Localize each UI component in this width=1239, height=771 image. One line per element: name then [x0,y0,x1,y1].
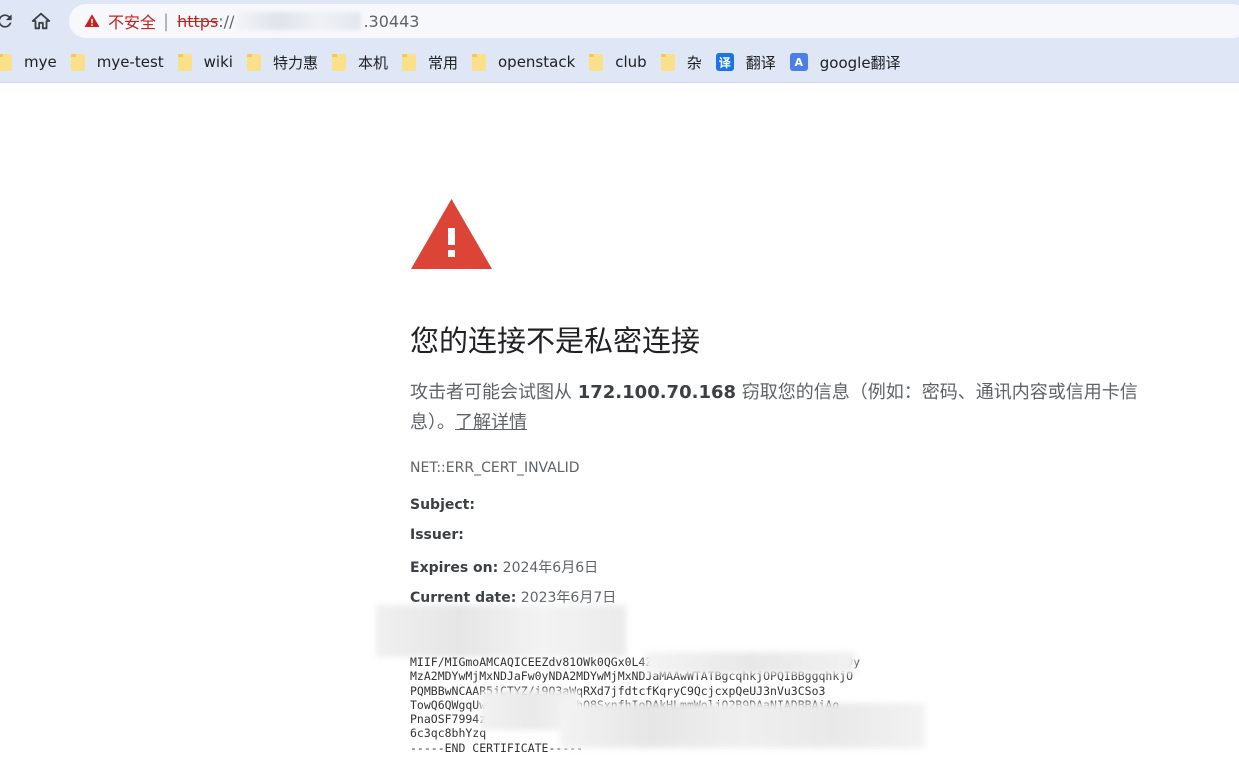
current-date-value: 2023年6月7日 [520,590,617,606]
redaction-blur-right [645,652,855,674]
subject-row: Subject: [410,497,475,513]
google-translate-icon: A [789,53,808,71]
url-port: .30443 [363,11,420,31]
url-slash: :// [218,11,235,31]
redaction-blur-top [376,605,626,657]
bookmark-misc[interactable]: 杂 [660,48,716,76]
redaction-blur-bottom [560,703,925,748]
error-code: NET::ERR_CERT_INVALID [410,460,580,476]
browser-toolbar: 不安全 | https :// .30443 [0,0,1239,42]
not-secure-warning-icon[interactable] [83,12,101,30]
folder-icon [472,53,486,71]
translate-icon: 译 [715,53,734,71]
omnibox-separator: | [163,10,170,32]
expires-value: 2024年6月6日 [502,560,599,576]
url-text[interactable]: https :// .30443 [177,12,419,31]
bookmark-label: 常用 [427,53,458,72]
danger-warning-icon [411,199,492,269]
bookmark-club[interactable]: club [589,48,660,76]
home-icon [31,12,51,30]
bookmark-label: mye-test [96,53,164,71]
expires-label: Expires on: [410,560,499,576]
address-bar[interactable]: 不安全 | https :// .30443 [69,4,1239,38]
folder-icon [331,53,346,71]
folder-icon [177,53,192,71]
issuer-label: Issuer: [410,527,464,543]
explanation-before: 攻击者可能会试图从 [410,382,578,403]
folder-icon [660,53,675,71]
reload-button[interactable] [0,8,18,34]
url-host-redacted [236,12,362,30]
bookmark-openstack[interactable]: openstack [472,48,589,76]
bookmark-label: mye [24,53,57,71]
current-date-label: Current date: [410,590,517,606]
folder-icon [246,53,261,71]
url-scheme: https [177,11,219,31]
folder-icon [589,53,604,71]
subject-label: Subject: [410,497,475,513]
bookmark-label: wiki [203,53,233,71]
bookmark-wiki[interactable]: wiki [177,48,247,76]
bookmark-label: google翻译 [819,53,901,72]
bookmark-translate[interactable]: 译 翻译 [715,48,790,76]
bookmark-mye-test[interactable]: mye-test [70,48,178,76]
home-button[interactable] [28,8,54,34]
bookmark-telihui[interactable]: 特力惠 [246,48,332,76]
bookmark-google-translate[interactable]: A google翻译 [789,48,915,76]
current-date-row: Current date: 2023年6月7日 [410,587,616,607]
page-title: 您的连接不是私密连接 [410,324,701,358]
folder-icon [401,53,416,71]
explanation-text: 攻击者可能会试图从 172.100.70.168 窃取您的信息（例如：密码、通讯… [410,378,1145,438]
folder-icon [0,53,12,71]
bookmark-label: 本机 [357,53,388,72]
not-secure-label[interactable]: 不安全 [108,9,156,33]
bookmark-common[interactable]: 常用 [401,48,472,76]
bookmark-label: club [615,53,647,71]
bookmarks-bar: mye mye-test wiki 特力惠 本机 常用 openstack cl… [0,42,1239,83]
issuer-row: Issuer: [410,527,464,543]
bookmark-label: 杂 [686,53,702,72]
bookmark-label: openstack [498,53,576,71]
bookmark-mye[interactable]: mye [0,48,71,76]
bookmark-label: 特力惠 [272,53,318,72]
reload-icon [0,14,12,28]
learn-more-link[interactable]: 了解详情 [455,412,527,433]
bookmark-local[interactable]: 本机 [331,48,402,76]
bookmark-label: 翻译 [745,53,776,72]
folder-icon [70,53,85,71]
host-name: 172.100.70.168 [577,382,737,403]
expires-row: Expires on: 2024年6月6日 [410,557,598,577]
